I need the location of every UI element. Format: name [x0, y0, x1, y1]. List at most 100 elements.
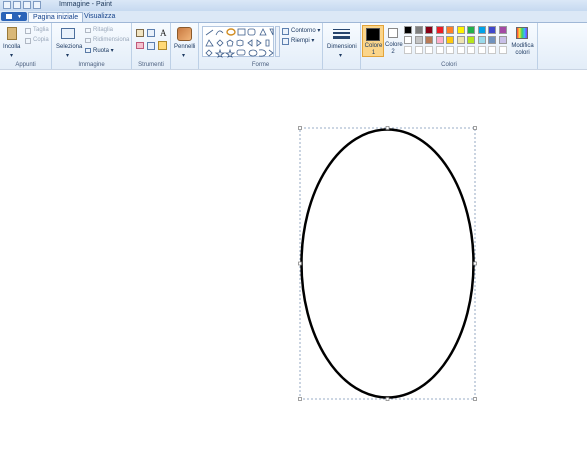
fill-button[interactable]: Riempi ▾ [291, 37, 314, 44]
outline-label: Contorno [291, 28, 316, 34]
tab-view[interactable]: Visualizza [80, 12, 119, 22]
fill-bucket-icon[interactable] [147, 29, 155, 37]
pencil-icon[interactable] [136, 29, 144, 37]
select-button[interactable]: Seleziona [56, 44, 82, 50]
palette-color-swatch[interactable] [477, 26, 486, 34]
chevron-down-icon[interactable]: ▾ [339, 52, 342, 59]
rotate-button[interactable]: Ruota ▾ [93, 47, 114, 54]
resize-handle[interactable] [473, 397, 477, 401]
resize-handle[interactable] [473, 261, 477, 266]
group-label-colors: Colori [441, 62, 457, 68]
palette-color-swatch[interactable] [467, 26, 475, 34]
color1-swatch [366, 28, 380, 41]
redo-icon[interactable] [33, 1, 41, 9]
eraser-icon[interactable] [136, 42, 144, 49]
chevron-down-icon[interactable]: ▾ [66, 52, 69, 59]
outline-icon [282, 28, 289, 35]
paste-button[interactable]: Incolla [3, 44, 20, 50]
palette-color-swatch[interactable] [498, 46, 507, 54]
palette-color-swatch[interactable] [435, 36, 444, 44]
group-label-tools: Strumenti [138, 62, 164, 68]
edit-colors-button[interactable]: Modifica colori [510, 43, 535, 57]
scissors-icon [25, 28, 31, 34]
selection-handles [298, 126, 477, 401]
palette-color-swatch[interactable] [425, 26, 433, 34]
palette-color-swatch[interactable] [414, 26, 423, 34]
palette-color-swatch[interactable] [404, 46, 412, 54]
palette-color-swatch[interactable] [477, 36, 486, 44]
palette-color-swatch[interactable] [467, 36, 475, 44]
select-icon[interactable] [61, 28, 75, 39]
resize-handle[interactable] [298, 397, 302, 401]
paint-menu-icon [6, 14, 12, 19]
drawing-canvas[interactable] [0, 69, 587, 466]
crop-button[interactable]: Ritaglia [93, 27, 113, 33]
undo-icon[interactable] [23, 1, 31, 9]
paint-menu-button[interactable]: ▼ [1, 12, 27, 21]
tab-home[interactable]: Pagina iniziale [28, 12, 84, 22]
resize-handle[interactable] [298, 261, 302, 266]
palette-color-swatch[interactable] [488, 46, 496, 54]
clipboard-icon[interactable] [7, 27, 17, 40]
chevron-down-icon[interactable]: ▾ [10, 52, 13, 59]
palette-color-swatch[interactable] [414, 46, 423, 54]
chevron-down-icon: ▼ [17, 14, 22, 20]
size-lines-icon[interactable] [333, 28, 350, 41]
palette-color-swatch[interactable] [404, 36, 412, 44]
fill-label: Riempi [291, 38, 310, 44]
canvas-area[interactable] [0, 69, 587, 466]
palette-color-swatch[interactable] [435, 26, 444, 34]
palette-color-swatch[interactable] [456, 26, 465, 34]
magnifier-icon[interactable] [158, 41, 167, 50]
group-colors: Colore 1 Colore 2 Modifica colori Colori [361, 23, 538, 69]
palette-color-swatch[interactable] [446, 26, 454, 34]
resize-handle[interactable] [298, 126, 302, 130]
color1-label: Colore 1 [364, 43, 383, 56]
edit-colors-icon[interactable] [516, 27, 528, 39]
canvas-top-edge [0, 69, 587, 70]
quick-access-toolbar [3, 1, 41, 9]
color-picker-icon[interactable] [147, 42, 155, 50]
palette-color-swatch[interactable] [498, 36, 507, 44]
copy-button[interactable]: Copia [33, 37, 49, 43]
resize-handle[interactable] [473, 126, 477, 130]
group-label-clipboard: Appunti [15, 62, 36, 68]
palette-color-swatch[interactable] [414, 36, 423, 44]
chevron-down-icon[interactable]: ▾ [182, 52, 185, 59]
outline-button[interactable]: Contorno ▾ [291, 27, 320, 34]
brush-icon[interactable] [177, 27, 192, 41]
shapes-gallery-scrollbar[interactable] [275, 26, 280, 57]
resize-handle[interactable] [385, 126, 390, 130]
palette-color-swatch[interactable] [467, 46, 475, 54]
palette-color-swatch[interactable] [404, 26, 412, 34]
drawn-ellipse[interactable] [300, 128, 475, 399]
group-brushes: Pennelli ▾ [171, 23, 199, 69]
fill-icon [282, 38, 289, 45]
palette-color-swatch[interactable] [425, 36, 433, 44]
shapes-gallery-icons [205, 28, 274, 58]
text-tool-icon[interactable]: A [160, 28, 167, 38]
brushes-button[interactable]: Pennelli [174, 44, 195, 50]
palette-color-swatch[interactable] [425, 46, 433, 54]
group-clipboard: Incolla ▾ Taglia Copia Appunti [0, 23, 52, 69]
cut-button[interactable]: Taglia [33, 27, 49, 33]
group-size: Dimensioni ▾ [323, 23, 361, 69]
save-icon[interactable] [13, 1, 21, 9]
app-menu-icon[interactable] [3, 1, 11, 9]
palette-color-swatch[interactable] [435, 46, 444, 54]
size-button[interactable]: Dimensioni [327, 44, 357, 50]
color1-button[interactable]: Colore 1 [362, 25, 384, 57]
color2-button[interactable]: Colore 2 [385, 25, 403, 57]
rotate-label: Ruota [93, 48, 110, 54]
palette-color-swatch[interactable] [488, 36, 496, 44]
palette-color-swatch[interactable] [446, 36, 454, 44]
palette-color-swatch[interactable] [498, 26, 507, 34]
group-label-shapes: Forme [251, 62, 270, 68]
palette-color-swatch[interactable] [488, 26, 496, 34]
palette-color-swatch[interactable] [456, 46, 465, 54]
resize-button[interactable]: Ridimensiona [93, 37, 129, 43]
palette-color-swatch[interactable] [477, 46, 486, 54]
resize-handle[interactable] [385, 397, 390, 401]
palette-color-swatch[interactable] [456, 36, 465, 44]
palette-color-swatch[interactable] [446, 46, 454, 54]
